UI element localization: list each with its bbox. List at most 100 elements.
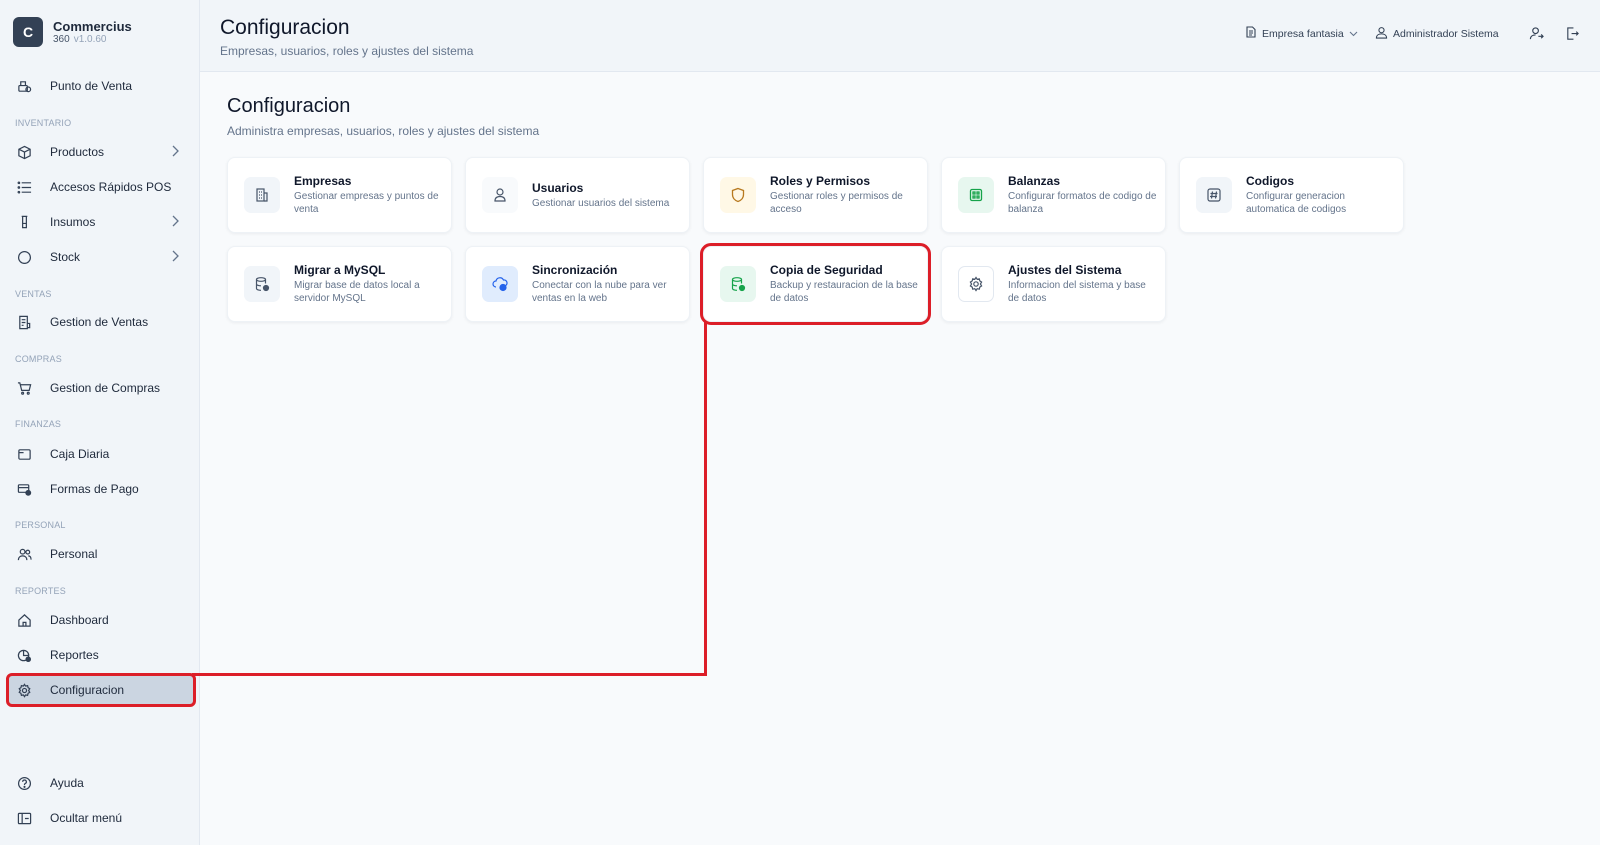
sidebar: C Commercius 360 v1.0.60 Punto de Venta I… (0, 0, 200, 845)
card-title: Balanzas (1008, 174, 1061, 188)
section-label-personal: PERSONAL (15, 520, 66, 530)
sidebar-item-label: Punto de Venta (50, 79, 133, 93)
receipt-icon (16, 314, 33, 331)
sidebar-item-label: Accesos Rápidos POS (50, 180, 172, 194)
card-desc: Gestionar empresas y puntos de venta (294, 191, 439, 215)
sidebar-item-personal[interactable]: Personal (8, 539, 194, 569)
brand-version: v1.0.60 (73, 33, 107, 45)
user-icon (1375, 26, 1388, 42)
sidebar-item-label: Ayuda (50, 776, 84, 790)
sidebar-item-label: Dashboard (50, 613, 109, 627)
section-label-compras: COMPRAS (15, 354, 62, 364)
card-title: Sincronización (532, 263, 618, 277)
user-icon (482, 177, 518, 213)
database-icon (244, 266, 280, 302)
company-selector[interactable]: Empresa fantasia (1246, 26, 1358, 41)
flask-icon (16, 214, 33, 231)
top-header: Configuracion Empresas, usuarios, roles … (200, 0, 1600, 72)
header-title: Configuracion (220, 16, 350, 39)
sidebar-item-ayuda[interactable]: Ayuda (8, 768, 194, 798)
sidebar-item-reportes[interactable]: Reportes (8, 640, 194, 670)
card-copia-seguridad[interactable]: Copia de Seguridad Backup y restauracion … (700, 243, 931, 325)
chart-icon (16, 647, 33, 664)
logout-icon (1565, 26, 1580, 46)
user-name: Administrador Sistema (1393, 28, 1499, 40)
card-codigos[interactable]: Codigos Configurar generacion automatica … (1179, 157, 1404, 233)
sidebar-item-label: Gestion de Compras (50, 381, 161, 395)
box-icon (16, 144, 33, 161)
chevron-down-icon (1349, 28, 1358, 40)
hash-icon (1196, 177, 1232, 213)
card-roles-permisos[interactable]: Roles y Permisos Gestionar roles y permis… (703, 157, 928, 233)
company-name: Empresa fantasia (1262, 27, 1344, 40)
cloud-sync-icon (482, 266, 518, 302)
home-icon (16, 612, 33, 629)
switch-user-button[interactable] (1526, 26, 1546, 46)
card-title: Copia de Seguridad (770, 263, 883, 277)
circle-icon (16, 249, 33, 266)
logout-button[interactable] (1562, 26, 1582, 46)
sidebar-item-configuracion[interactable]: Configuracion (6, 673, 196, 707)
sidebar-item-accesos-rapidos[interactable]: Accesos Rápidos POS (8, 172, 194, 202)
sidebar-item-dashboard[interactable]: Dashboard (8, 605, 194, 635)
sidebar-item-punto-de-venta[interactable]: Punto de Venta (8, 71, 194, 101)
card-desc: Conectar con la nube para ver ventas en … (532, 280, 667, 304)
sidebar-item-gestion-ventas[interactable]: Gestion de Ventas (8, 307, 194, 337)
sidebar-item-productos[interactable]: Productos (8, 137, 194, 167)
card-sincronizacion[interactable]: Sincronización Conectar con la nube para … (465, 246, 690, 322)
section-label-inventario: INVENTARIO (15, 118, 72, 128)
sidebar-item-stock[interactable]: Stock (8, 242, 194, 272)
help-icon (16, 775, 33, 792)
sidebar-item-insumos[interactable]: Insumos (8, 207, 194, 237)
section-label-ventas: VENTAS (15, 289, 52, 299)
sidebar-item-label: Ocultar menú (50, 811, 123, 825)
cash-register-icon (16, 78, 33, 95)
card-desc: Configurar formatos de codigo de balanza (1008, 191, 1157, 215)
card-ajustes-sistema[interactable]: Ajustes del Sistema Informacion del siste… (941, 246, 1166, 322)
sidebar-item-label: Configuracion (50, 683, 125, 697)
gear-icon (16, 682, 33, 699)
scale-icon (958, 177, 994, 213)
sidebar-icon (16, 810, 33, 827)
brand: C Commercius 360 v1.0.60 (0, 0, 199, 61)
header-subtitle: Empresas, usuarios, roles y ajustes del … (220, 44, 474, 58)
chevron-right-icon (170, 249, 180, 266)
sidebar-item-label: Insumos (50, 215, 96, 229)
card-title: Migrar a MySQL (294, 263, 386, 277)
backup-icon (720, 266, 756, 302)
credit-card-icon (16, 481, 33, 498)
card-title: Roles y Permisos (770, 174, 871, 188)
sidebar-item-label: Reportes (50, 648, 99, 662)
chevron-right-icon (170, 214, 180, 231)
card-title: Codigos (1246, 174, 1294, 188)
users-icon (16, 546, 33, 563)
sidebar-item-label: Caja Diaria (50, 447, 110, 461)
annotation-connector-vertical (704, 322, 707, 676)
sidebar-item-ocultar-menu[interactable]: Ocultar menú (8, 803, 194, 833)
user-menu[interactable]: Administrador Sistema (1375, 26, 1499, 42)
wallet-icon (16, 446, 33, 463)
sidebar-item-gestion-compras[interactable]: Gestion de Compras (8, 373, 194, 403)
sidebar-item-formas-de-pago[interactable]: Formas de Pago (8, 474, 194, 504)
card-desc: Gestionar usuarios del sistema (532, 197, 670, 209)
card-title: Ajustes del Sistema (1008, 263, 1122, 277)
brand-logo: C (13, 17, 43, 47)
brand-sub: 360 (53, 33, 70, 45)
gear-icon (958, 266, 994, 302)
document-icon (1246, 26, 1256, 41)
card-usuarios[interactable]: Usuarios Gestionar usuarios del sistema (465, 157, 690, 233)
section-label-finanzas: FINANZAS (15, 419, 62, 429)
sidebar-item-label: Gestion de Ventas (50, 315, 149, 329)
card-title: Usuarios (532, 180, 584, 195)
annotation-connector-horizontal (192, 673, 707, 676)
card-desc: Configurar generacion automatica de codi… (1246, 191, 1347, 215)
sidebar-item-label: Productos (50, 145, 105, 159)
card-desc: Informacion del sistema y base de datos (1008, 280, 1146, 304)
sidebar-item-caja-diaria[interactable]: Caja Diaria (8, 439, 194, 469)
card-balanzas[interactable]: Balanzas Configurar formatos de codigo de… (941, 157, 1166, 233)
cart-icon (16, 380, 33, 397)
card-empresas[interactable]: Empresas Gestionar empresas y puntos de v… (227, 157, 452, 233)
sidebar-item-label: Personal (50, 547, 98, 561)
card-migrar-mysql[interactable]: Migrar a MySQL Migrar base de datos local… (227, 246, 452, 322)
chevron-right-icon (170, 144, 180, 161)
